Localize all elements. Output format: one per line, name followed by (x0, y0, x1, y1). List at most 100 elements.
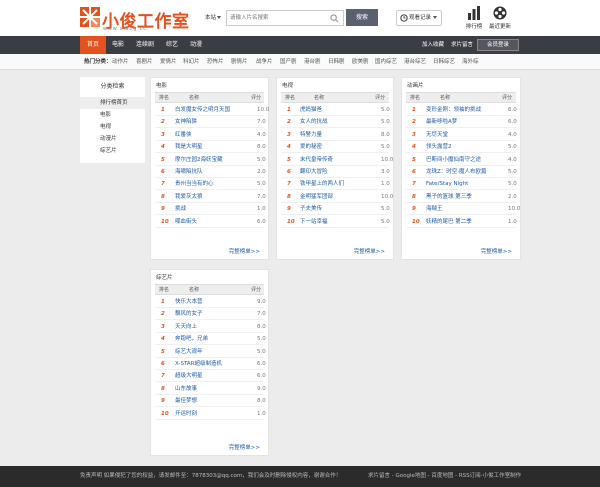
table-row[interactable]: 4 爱的秘密 5.0 (281, 141, 390, 154)
search-icon[interactable] (330, 14, 339, 23)
table-row[interactable]: 7 贵州当当有的心 5.0 (155, 178, 266, 191)
recent-updates-link[interactable]: 最近更新 (486, 6, 514, 34)
login-button[interactable]: 会员登录 (477, 39, 519, 51)
title-link[interactable]: 女神陷阱 (175, 116, 197, 128)
table-row[interactable]: 4 我是大明星 8.0 (155, 141, 266, 154)
title-link[interactable]: 快乐大本营 (175, 296, 203, 308)
title-link[interactable]: 摩尔庄园2海妖宝藏 (175, 154, 223, 166)
hot-tag[interactable]: 恐怖片 (207, 54, 224, 70)
title-link[interactable]: 巴斯间小魔仙南守之途 (426, 154, 481, 166)
title-link[interactable]: 开运时刻 (175, 408, 197, 420)
table-row[interactable]: 6 海啸陷抗队 2.0 (155, 166, 266, 178)
title-link[interactable]: 铁甲星上的两人们 (300, 178, 344, 190)
sidebar-item-ranking-home[interactable]: 排行榜首页 (80, 97, 145, 109)
full-ranking-link[interactable]: 完整榜单>> (481, 247, 512, 255)
table-row[interactable]: 8 金明猛军团部 10.0 (281, 191, 393, 203)
table-row[interactable]: 4 领头露营2 5.0 (406, 141, 517, 154)
table-row[interactable]: 10 喋血街头 6.0 (155, 216, 266, 228)
title-link[interactable]: 妖精的尾巴 第二季 (426, 216, 472, 228)
table-row[interactable]: 10 开运时刻 1.0 (155, 408, 266, 420)
table-row[interactable]: 1 变形金刚：领袖的挑战 6.0 (406, 104, 517, 116)
table-row[interactable]: 8 黑子的篮球 第三季 2.0 (406, 191, 517, 203)
table-row[interactable]: 3 天天向上 8.0 (155, 321, 266, 333)
title-link[interactable]: X-STAR超级制造机 (175, 358, 222, 370)
table-row[interactable]: 7 超级大明星 6.0 (155, 370, 266, 383)
table-row[interactable]: 9 海贼王 10.0 (406, 203, 520, 216)
search-input[interactable] (230, 13, 325, 23)
hot-tag[interactable]: 国内综艺 (375, 54, 397, 70)
hot-tag[interactable]: 日韩剧 (328, 54, 345, 70)
title-link[interactable]: 飘风的女子 (175, 308, 203, 320)
table-row[interactable]: 1 虎妈猫爸 5.0 (281, 104, 390, 116)
title-link[interactable]: 天天向上 (175, 321, 197, 333)
hot-tag[interactable]: 战争片 (256, 54, 273, 70)
table-row[interactable]: 3 无尽天堂 4.0 (406, 129, 517, 141)
table-row[interactable]: 2 女人的抗战 5.0 (281, 116, 390, 129)
title-link[interactable]: 金明猛军团部 (300, 191, 333, 203)
full-ranking-link[interactable]: 完整榜单>> (354, 247, 385, 255)
message-link[interactable]: 求片留言 (451, 36, 473, 54)
sidebar-item-movies[interactable]: 电影 (80, 109, 145, 121)
hot-tag[interactable]: 爱情片 (160, 54, 177, 70)
table-row[interactable]: 3 特警力量 8.0 (281, 129, 390, 141)
nav-anime[interactable]: 动漫 (184, 36, 208, 54)
table-row[interactable]: 4 奔跑吧，兄弟 5.0 (155, 333, 266, 346)
nav-home[interactable]: 首页 (80, 36, 106, 54)
hot-tag[interactable]: 日韩综艺 (433, 54, 455, 70)
nav-series[interactable]: 连续剧 (130, 36, 160, 54)
table-row[interactable]: 6 翻印大冒险 3.0 (281, 166, 390, 178)
hot-tag[interactable]: 剧情片 (231, 54, 248, 70)
title-link[interactable]: 龙珠Z：时空·魔人布欧篇 (426, 166, 487, 178)
title-link[interactable]: 我爱灰太狼 (175, 191, 203, 203)
table-row[interactable]: 8 山东故事 9.0 (155, 383, 266, 395)
table-row[interactable]: 7 Fate/Stay Night 5.0 (406, 178, 517, 191)
title-link[interactable]: Fate/Stay Night (426, 178, 468, 190)
site-logo[interactable]: 小俊工作室 www.xiaog.cc (80, 7, 189, 32)
hot-tag[interactable]: 欧美剧 (352, 54, 369, 70)
history-dropdown[interactable]: 观看记录 (396, 10, 442, 26)
title-link[interactable]: 红番侠 (175, 129, 192, 141)
table-row[interactable]: 7 铁甲星上的两人们 1.0 (281, 178, 390, 191)
table-row[interactable]: 2 最新哆啦A梦 6.0 (406, 116, 517, 129)
title-link[interactable]: 喋血街头 (175, 216, 197, 228)
table-row[interactable]: 9 挑战 1.0 (155, 203, 266, 216)
table-row[interactable]: 1 白发魔女传之明月天国 10.0 (155, 104, 269, 116)
sidebar-item-anime[interactable]: 动漫片 (80, 133, 145, 145)
nav-movies[interactable]: 电影 (106, 36, 130, 54)
hot-tag[interactable]: 港台剧 (304, 54, 321, 70)
hot-tag[interactable]: 国产剧 (280, 54, 297, 70)
title-link[interactable]: 无尽天堂 (426, 129, 448, 141)
table-row[interactable]: 9 子夫美传 5.0 (281, 203, 390, 216)
hot-tag[interactable]: 海外综 (462, 54, 479, 70)
table-row[interactable]: 10 妖精的尾巴 第二季 1.0 (406, 216, 517, 228)
title-link[interactable]: 翻印大冒险 (300, 166, 328, 178)
sidebar-item-variety[interactable]: 综艺片 (80, 145, 145, 157)
title-link[interactable]: 虎妈猫爸 (300, 104, 322, 116)
title-link[interactable]: 综艺大观年 (175, 346, 203, 358)
table-row[interactable]: 2 女神陷阱 7.0 (155, 116, 266, 129)
table-row[interactable]: 5 综艺大观年 5.0 (155, 346, 266, 358)
table-row[interactable]: 5 摩尔庄园2海妖宝藏 5.0 (155, 154, 266, 166)
title-link[interactable]: 最新哆啦A梦 (426, 116, 457, 128)
hot-tag[interactable]: 港台综艺 (404, 54, 426, 70)
table-row[interactable]: 10 下一站幸福 5.0 (281, 216, 390, 228)
table-row[interactable]: 8 我爱灰太狼 7.0 (155, 191, 266, 203)
full-ranking-link[interactable]: 完整榜单>> (229, 247, 260, 255)
title-link[interactable]: 爱的秘密 (300, 141, 322, 153)
table-row[interactable]: 6 X-STAR超级制造机 6.0 (155, 358, 266, 370)
title-link[interactable]: 女人的抗战 (300, 116, 328, 128)
title-link[interactable]: 超级大明星 (175, 370, 203, 382)
nav-variety[interactable]: 综艺 (160, 36, 184, 54)
hot-tag[interactable]: 科幻片 (183, 54, 200, 70)
title-link[interactable]: 最佳梦想 (175, 395, 197, 407)
sidebar-item-tv[interactable]: 电视 (80, 121, 145, 133)
footer-links[interactable]: 求片留言 - Google地图 - 百度地图 - RSS订阅-小俊工作室制作 (368, 466, 521, 487)
table-row[interactable]: 5 巴斯间小魔仙南守之途 4.0 (406, 154, 517, 166)
title-link[interactable]: 我是大明星 (175, 141, 203, 153)
title-link[interactable]: 白发魔女传之明月天国 (175, 104, 230, 116)
title-link[interactable]: 末代皇帝传奇 (300, 154, 333, 166)
title-link[interactable]: 奔跑吧，兄弟 (175, 333, 208, 345)
title-link[interactable]: 贵州当当有的心 (175, 178, 214, 190)
table-row[interactable]: 1 快乐大本营 9.0 (155, 296, 266, 308)
search-scope-select[interactable]: 本站 (205, 11, 225, 25)
